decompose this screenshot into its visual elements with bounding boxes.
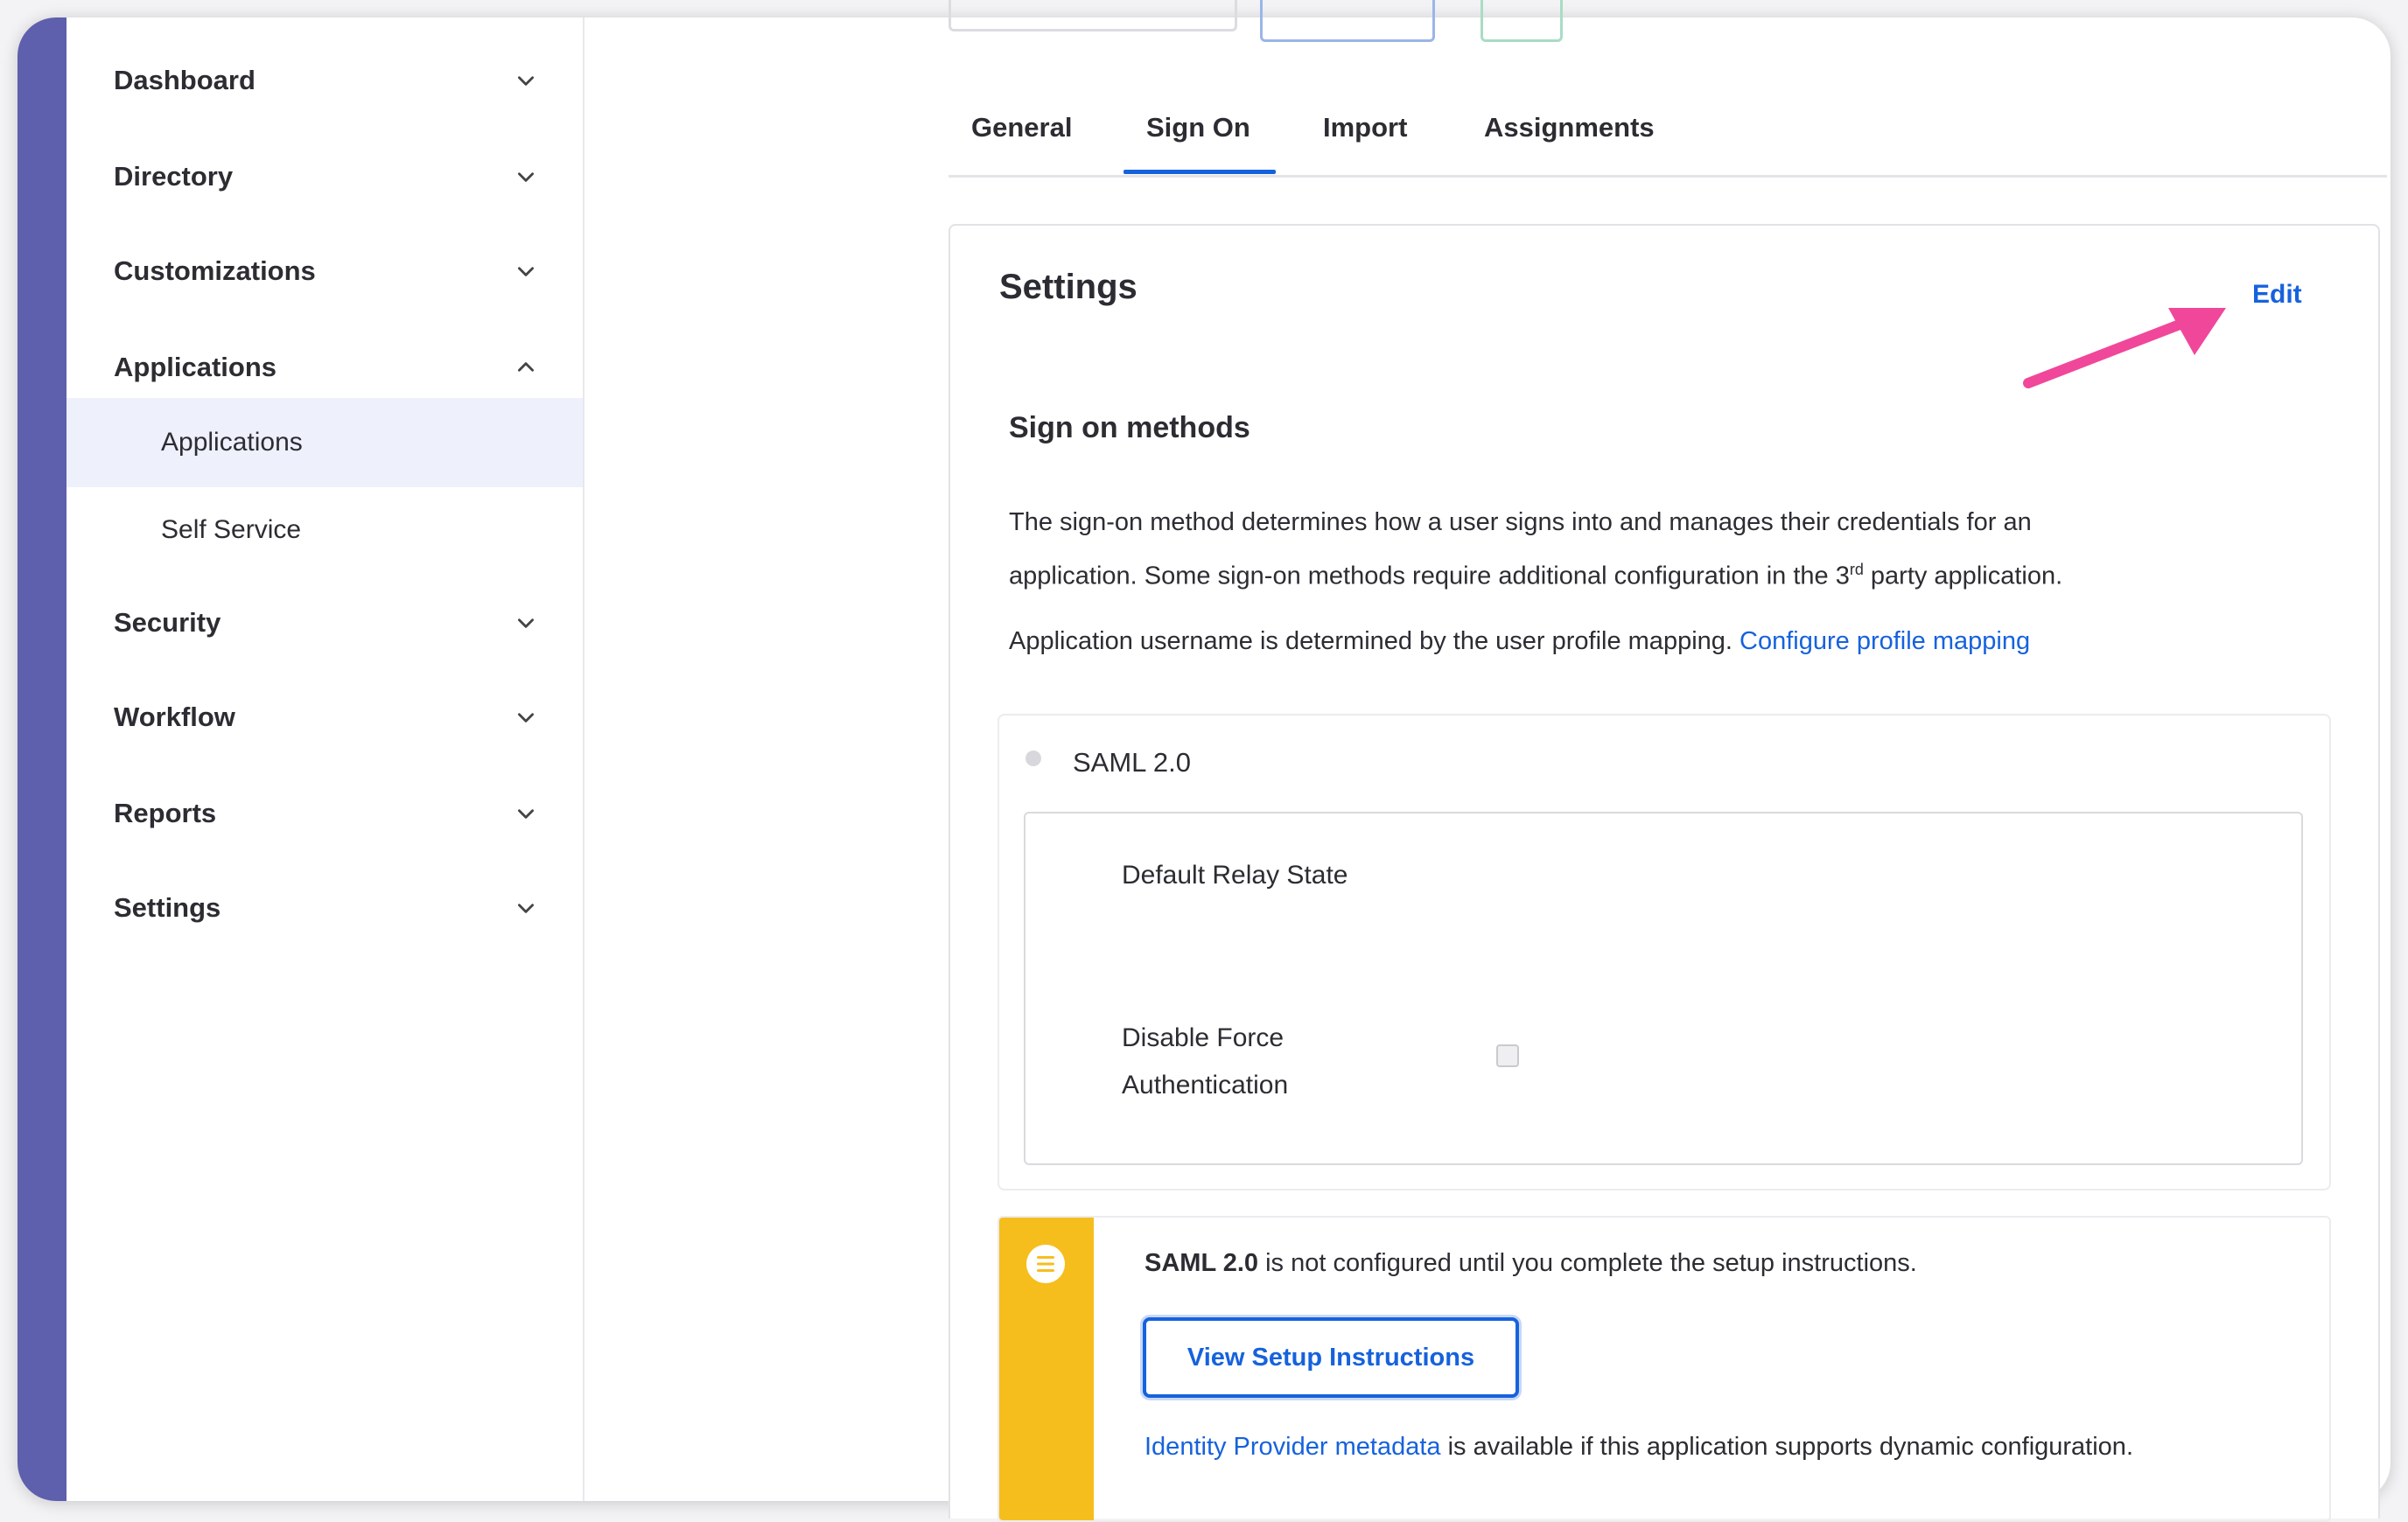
chevron-down-icon [511, 608, 541, 638]
chevron-down-icon [511, 162, 541, 192]
sidebar-item-label: Self Service [161, 515, 302, 544]
sidebar-item-security[interactable]: Security [66, 579, 583, 667]
sidebar-item-workflow[interactable]: Workflow [66, 674, 583, 761]
sidebar: Dashboard Directory Customizations Appli… [66, 17, 584, 1501]
tab-assignments[interactable]: Assignments [1484, 112, 1655, 143]
sidebar-item-label: Directory [114, 161, 234, 192]
top-action-button[interactable] [1480, 0, 1563, 42]
sidebar-item-label: Applications [161, 428, 303, 457]
configure-profile-mapping-link[interactable]: Configure profile mapping [1740, 627, 2030, 655]
ordinal-suffix: rd [1849, 561, 1864, 578]
sidebar-subitem-applications[interactable]: Applications [66, 398, 583, 487]
chevron-down-icon [511, 702, 541, 732]
tab-bar: General Sign On Import Assignments [948, 87, 2408, 178]
list-icon [1026, 1245, 1065, 1283]
warning-bold-text: SAML 2.0 [1144, 1249, 1259, 1277]
top-action-button[interactable] [1260, 0, 1435, 42]
chevron-down-icon [511, 893, 541, 923]
tab-import[interactable]: Import [1323, 112, 1407, 143]
username-mapping-text: Application username is determined by th… [1009, 618, 2260, 665]
sidebar-item-label: Security [114, 607, 221, 638]
saml-settings-panel: Default Relay State Disable Force Authen… [1024, 812, 2303, 1165]
chevron-down-icon [511, 256, 541, 286]
chevron-up-icon [511, 353, 541, 382]
edit-link[interactable]: Edit [2252, 280, 2302, 310]
sidebar-item-label: Workflow [114, 702, 235, 732]
sidebar-item-directory[interactable]: Directory [66, 133, 583, 220]
force-auth-line-2: Authentication [1122, 1071, 1289, 1100]
username-text: Application username is determined by th… [1009, 627, 1732, 655]
settings-title: Settings [999, 268, 1138, 306]
idp-metadata-text: Identity Provider metadata is available … [1144, 1433, 2133, 1462]
sidebar-item-reports[interactable]: Reports [66, 770, 583, 857]
sidebar-item-label: Dashboard [114, 65, 256, 95]
idp-metadata-link[interactable]: Identity Provider metadata [1144, 1433, 1441, 1461]
saml-radio[interactable] [1026, 751, 1041, 766]
view-setup-instructions-button[interactable]: View Setup Instructions [1143, 1317, 1519, 1398]
saml-label: SAML 2.0 [1073, 747, 1191, 778]
sign-on-description: The sign-on method determines how a user… [1009, 499, 2260, 600]
sign-on-methods-title: Sign on methods [1009, 411, 1250, 444]
disable-force-auth-checkbox[interactable] [1496, 1044, 1519, 1067]
top-action-button[interactable] [948, 0, 1237, 31]
chevron-down-icon [511, 66, 541, 95]
setup-warning-text: SAML 2.0 is not configured until you com… [1144, 1249, 1917, 1278]
idp-text: is available if this application support… [1440, 1433, 2133, 1461]
annotation-arrow-icon [2019, 301, 2233, 393]
default-relay-state-label: Default Relay State [1122, 861, 1348, 890]
chevron-down-icon [511, 799, 541, 828]
sidebar-item-label: Reports [114, 798, 217, 828]
tab-general[interactable]: General [971, 112, 1072, 143]
warning-bar [999, 1218, 1094, 1520]
sidebar-subitem-self-service[interactable]: Self Service [66, 486, 583, 574]
sidebar-item-label: Settings [114, 892, 221, 923]
description-line-2: application. Some sign-on methods requir… [1009, 546, 2260, 600]
sidebar-item-customizations[interactable]: Customizations [66, 227, 583, 315]
sidebar-item-label: Applications [114, 352, 277, 382]
description-text: party application. [1863, 562, 2063, 590]
sidebar-item-dashboard[interactable]: Dashboard [66, 37, 583, 124]
disable-force-auth-label: Disable Force Authentication [1122, 1015, 1288, 1109]
sidebar-item-settings[interactable]: Settings [66, 864, 583, 952]
active-tab-indicator [1124, 170, 1276, 174]
saml-method-box: SAML 2.0 Default Relay State Disable For… [998, 714, 2331, 1190]
force-auth-line-1: Disable Force [1122, 1023, 1284, 1052]
description-line-1: The sign-on method determines how a user… [1009, 508, 2032, 536]
sidebar-item-label: Customizations [114, 255, 316, 286]
warning-text: is not configured until you complete the… [1258, 1249, 1917, 1277]
tab-bar-divider [948, 175, 2387, 178]
setup-warning-callout: SAML 2.0 is not configured until you com… [998, 1216, 2331, 1522]
accent-bar [18, 17, 66, 1501]
tab-sign-on[interactable]: Sign On [1146, 112, 1250, 143]
description-text: application. Some sign-on methods requir… [1009, 562, 1850, 590]
